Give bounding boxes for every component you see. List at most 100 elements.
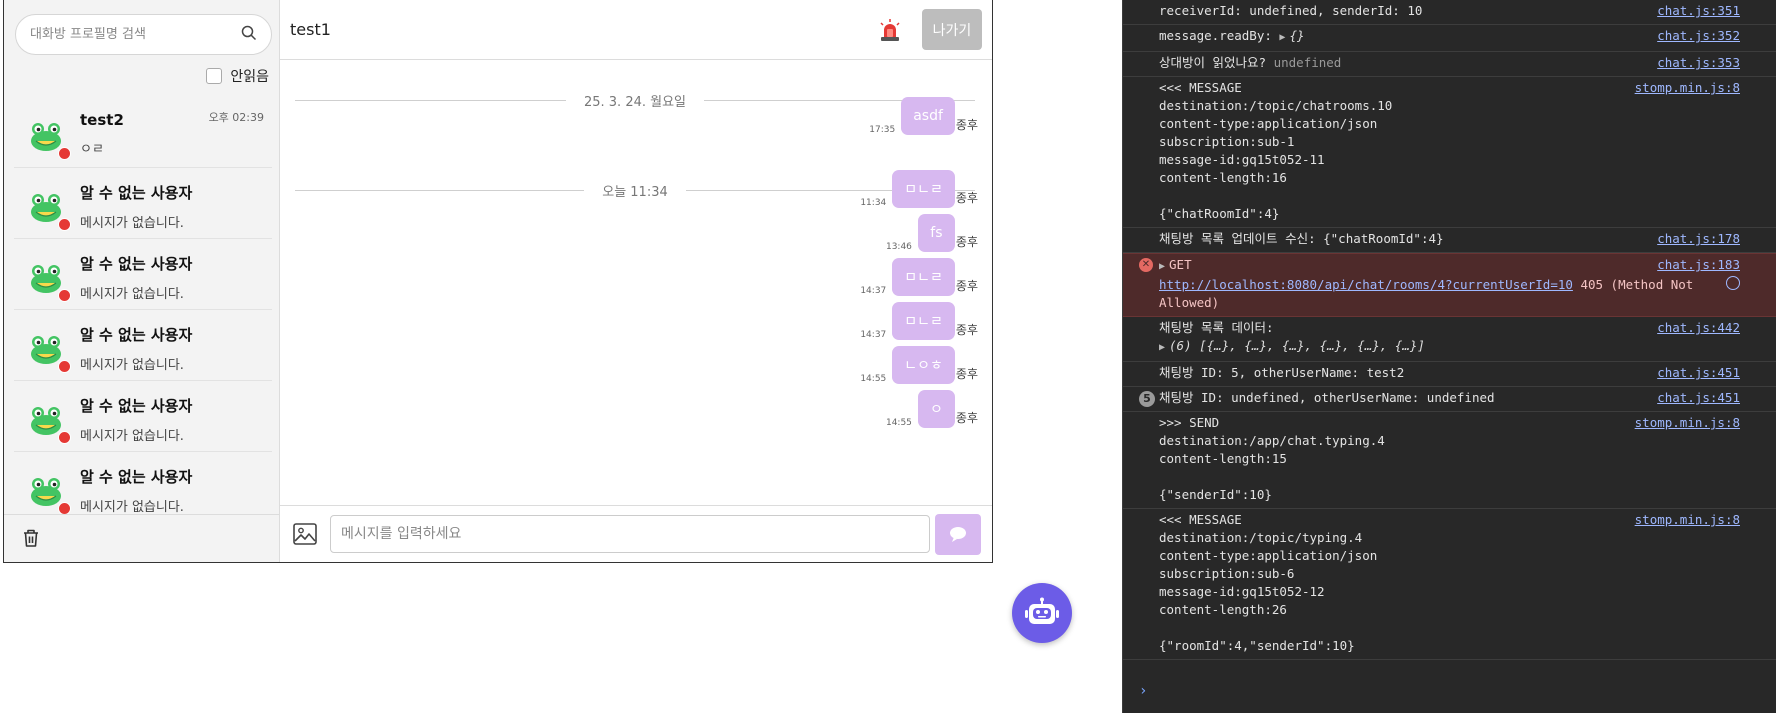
expand-arrow-icon[interactable]: ▶ [1159,261,1165,272]
robot-icon [1025,597,1059,624]
room-list-item[interactable]: 알 수 없는 사용자 메시지가 없습니다. [14,310,272,381]
log-object[interactable]: (6) [{…}, {…}, {…}, {…}, {…}, {…}] [1169,338,1425,353]
expand-arrow-icon[interactable]: ▶ [1159,342,1165,353]
unread-checkbox[interactable] [206,68,223,84]
room-name: 알 수 없는 사용자 [80,184,193,202]
message-time: 17:35 [869,125,896,135]
repeat-count-badge: 5 [1139,391,1155,407]
console-log-entry: 채팅방 ID: 5, otherUserName: test2 chat.js:4… [1123,362,1776,387]
error-url[interactable]: http://localhost:8080/api/chat/rooms/4?c… [1159,277,1573,292]
trash-icon[interactable] [22,528,40,548]
log-source-link[interactable]: chat.js:451 [1657,389,1740,407]
avatar [28,117,71,160]
message-row: 14:55 ㄴㅇㅎ 종후 [860,346,978,384]
search-icon[interactable] [241,25,257,45]
chatbot-button[interactable] [1012,583,1072,643]
message-bubble[interactable]: asdf [901,97,955,135]
log-text: message.readBy: [1159,28,1272,43]
room-name: 알 수 없는 사용자 [80,326,193,344]
chat-title: test1 [290,20,331,39]
room-name: 알 수 없는 사용자 [80,255,193,273]
chat-header: test1 나가기 [280,0,992,60]
message-bubble[interactable]: ㅁㄴㄹ [892,170,955,208]
message-time: 11:34 [860,198,887,208]
room-list-item[interactable]: test2 ㅇㄹ 오후 02:39 [14,95,272,168]
unread-status-dot [58,218,71,231]
log-source-link[interactable]: stomp.min.js:8 [1635,511,1740,529]
room-search-input[interactable] [30,27,241,42]
log-text: 채팅방 ID: undefined, otherUserName: undefi… [1159,390,1495,405]
message-time: 14:37 [860,330,887,340]
leave-button[interactable]: 나가기 [922,9,982,50]
console-log-entry: <<< MESSAGE destination:/topic/chatrooms… [1123,77,1776,228]
error-icon: ✕ [1139,258,1153,272]
log-source-link[interactable]: stomp.min.js:8 [1635,414,1740,432]
report-siren-icon[interactable] [878,18,902,46]
room-preview: 메시지가 없습니다. [80,429,184,444]
message-status: 종후 [955,411,978,425]
room-list-item[interactable]: 알 수 없는 사용자 메시지가 없습니다. [14,452,272,515]
log-source-link[interactable]: chat.js:352 [1657,27,1740,45]
console-log-entry: 채팅방 목록 데이터: ▶ (6) [{…}, {…}, {…}, {…}, {…… [1123,317,1776,362]
console-log-entry: <<< MESSAGE destination:/topic/typing.4 … [1123,509,1776,660]
message-bubble[interactable]: ㅁㄴㄹ [892,302,955,340]
unread-status-dot [58,431,71,444]
log-source-link[interactable]: chat.js:442 [1657,319,1740,337]
log-source-link[interactable]: chat.js:451 [1657,364,1740,382]
room-list-item[interactable]: 알 수 없는 사용자메시지가 없습니다. [14,381,272,452]
log-source-link[interactable]: chat.js:353 [1657,54,1740,72]
room-search-box [15,14,272,55]
sidebar-footer [4,514,279,562]
console-error-entry: ✕ ▶ GET http://localhost:8080/api/chat/roo… [1123,253,1776,317]
message-status: 종후 [955,323,978,337]
log-text: <<< MESSAGE destination:/topic/chatrooms… [1159,80,1393,221]
send-button[interactable] [935,513,981,555]
unread-status-dot [58,360,71,373]
room-list-item[interactable]: 알 수 없는 사용자메시지가 없습니다. [14,239,272,310]
message-row: 14:55 ㅇ 종후 [886,390,978,428]
console-log-entry: message.readBy: ▶ {} chat.js:352 [1123,25,1776,52]
unread-filter[interactable]: 안읽음 [206,66,269,86]
avatar [28,472,71,515]
log-text: 상대방이 읽었나요? [1159,55,1267,70]
console-log-entry: >>> SEND destination:/app/chat.typing.4 … [1123,412,1776,509]
message-time: 14:55 [885,418,912,428]
message-status: 종후 [955,118,978,132]
log-source-link[interactable]: chat.js:183 [1657,256,1740,274]
unread-status-dot [58,289,71,302]
log-source-link[interactable]: chat.js:178 [1657,230,1740,248]
message-time: 13:46 [885,242,912,252]
expand-arrow-icon[interactable]: ▶ [1279,32,1285,43]
chat-window: 안읽음 test2ㅇㄹ오후 02:39알 수 없는 사용자메시지가 없습니다.알… [3,0,993,563]
log-text: receiverId: undefined, senderId: 10 [1159,3,1423,18]
room-preview: 메시지가 없습니다. [80,287,184,302]
message-row: 17:35 asdf 종후 [869,97,978,135]
message-bubble[interactable]: ㄴㅇㅎ [892,346,955,384]
log-text: <<< MESSAGE destination:/topic/typing.4 … [1159,512,1378,653]
room-name: 알 수 없는 사용자 [80,397,193,415]
room-name: 알 수 없는 사용자 [80,468,193,486]
avatar [28,259,71,302]
room-list: test2 ㅇㄹ 오후 02:39 알 수 없는 사용자 메시지가 없습니다. 알 수 없… [14,95,272,515]
message-bubble[interactable]: ㅇ [917,390,955,428]
console-log-entry: receiverId: undefined, senderId: 10 chat.… [1123,0,1776,25]
error-method: GET [1169,257,1192,272]
room-list-item[interactable]: 알 수 없는 사용자메시지가 없습니다. [14,168,272,239]
console-log-entry: 5 채팅방 ID: undefined, otherUserName: undef… [1123,387,1776,412]
message-bubble[interactable]: ㅁㄴㄹ [892,258,955,296]
console-log-entry: 상대방이 읽었나요? undefined chat.js:353 [1123,52,1776,77]
network-icon[interactable] [1726,276,1740,290]
room-preview: 메시지가 없습니다. [80,216,184,231]
message-row: 14:37 ㅁㄴㄹ 종후 [860,258,978,296]
room-time: 오후 02:39 [208,111,264,124]
image-upload-icon[interactable] [289,518,321,550]
log-source-link[interactable]: chat.js:351 [1657,2,1740,20]
message-input[interactable] [330,515,930,553]
message-bubble[interactable]: fs [917,214,955,252]
log-source-link[interactable]: stomp.min.js:8 [1635,79,1740,97]
message-status: 종후 [955,235,978,249]
message-row: 14:37 ㅁㄴㄹ 종후 [860,302,978,340]
message-area: 25. 3. 24. 월요일 오늘 11:34 17:35 asdf 종후 11:34… [280,61,992,506]
log-object[interactable]: {} [1289,28,1304,43]
console-prompt[interactable]: › [1139,683,1147,699]
